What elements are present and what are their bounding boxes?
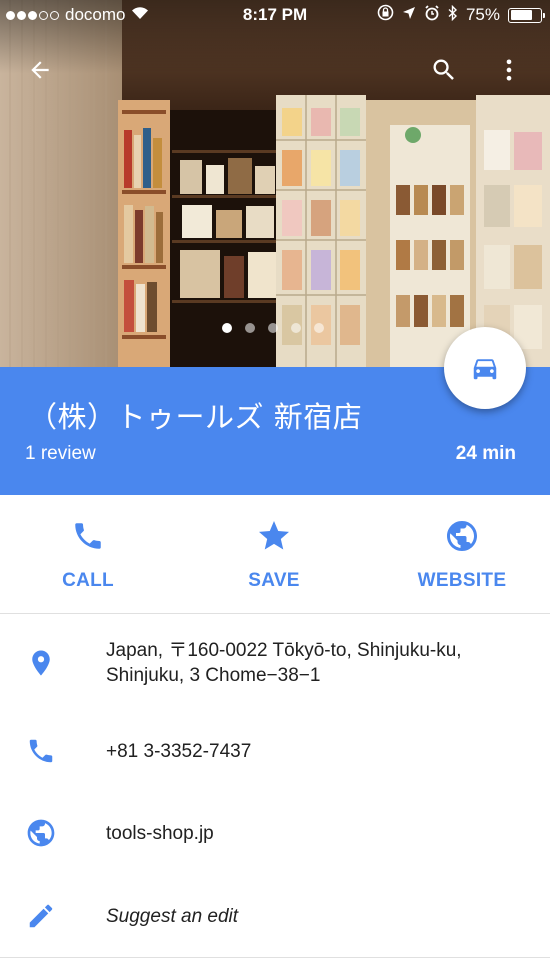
address-line-2: Shinjuku, 3 Chome−38−1 bbox=[106, 665, 321, 686]
globe-icon bbox=[24, 816, 58, 850]
alarm-icon bbox=[424, 4, 440, 26]
carousel-dot bbox=[291, 323, 301, 333]
address-line-1: Japan, 〒160-0022 Tōkyō-to, Shinjuku-ku, bbox=[106, 640, 462, 661]
website-button[interactable]: WEBSITE bbox=[392, 517, 532, 592]
status-bar: docomo 8:17 PM 75% bbox=[0, 0, 550, 32]
star-icon bbox=[204, 517, 344, 555]
save-label: SAVE bbox=[248, 570, 300, 591]
globe-icon bbox=[392, 517, 532, 555]
place-photo[interactable] bbox=[0, 0, 550, 367]
phone-icon bbox=[18, 517, 158, 555]
travel-time: 24 min bbox=[455, 443, 516, 464]
search-button[interactable] bbox=[424, 50, 464, 90]
carousel-dot bbox=[314, 323, 324, 333]
arrow-back-icon bbox=[31, 61, 49, 79]
back-button[interactable] bbox=[20, 50, 60, 90]
location-pin-icon bbox=[24, 646, 58, 680]
address-row[interactable]: Japan, 〒160-0022 Tōkyō-to, Shinjuku-ku, … bbox=[0, 614, 550, 712]
bluetooth-icon bbox=[448, 4, 458, 26]
carousel-dot bbox=[222, 323, 232, 333]
directions-button[interactable] bbox=[444, 327, 526, 409]
pencil-icon bbox=[24, 899, 58, 933]
car-icon bbox=[473, 359, 497, 380]
website-url: tools-shop.jp bbox=[106, 823, 214, 844]
location-arrow-icon bbox=[402, 5, 416, 25]
more-vert-icon bbox=[506, 59, 512, 81]
battery-icon bbox=[508, 7, 545, 23]
call-label: CALL bbox=[62, 570, 114, 591]
suggest-edit-row[interactable]: Suggest an edit bbox=[0, 874, 550, 958]
store-interior-photo bbox=[0, 0, 550, 367]
phone-icon bbox=[24, 734, 58, 768]
website-label: WEBSITE bbox=[417, 570, 507, 591]
action-row: CALL SAVE WEBSITE bbox=[0, 495, 550, 614]
phone-number: +81 3-3352-7437 bbox=[106, 741, 252, 762]
save-button[interactable]: SAVE bbox=[204, 517, 344, 592]
phone-row[interactable]: +81 3-3352-7437 bbox=[0, 712, 550, 792]
carousel-dot bbox=[268, 323, 278, 333]
status-right: 75% bbox=[377, 4, 545, 26]
website-row[interactable]: tools-shop.jp bbox=[0, 792, 550, 874]
battery-percent: 75% bbox=[465, 5, 500, 24]
suggest-edit-label: Suggest an edit bbox=[106, 906, 239, 927]
review-count-link[interactable]: 1 review bbox=[25, 443, 96, 465]
more-options-button[interactable] bbox=[489, 50, 529, 90]
call-button[interactable]: CALL bbox=[18, 517, 158, 592]
address-text: Japan, 〒160-0022 Tōkyō-to, Shinjuku-ku, … bbox=[106, 638, 462, 688]
carousel-dot bbox=[245, 323, 255, 333]
place-name: （株）トゥールズ 新宿店 bbox=[28, 400, 363, 434]
battery-level bbox=[510, 10, 533, 20]
rotation-lock-icon bbox=[377, 4, 394, 26]
search-icon bbox=[433, 59, 454, 80]
photo-carousel-indicator bbox=[222, 323, 324, 333]
